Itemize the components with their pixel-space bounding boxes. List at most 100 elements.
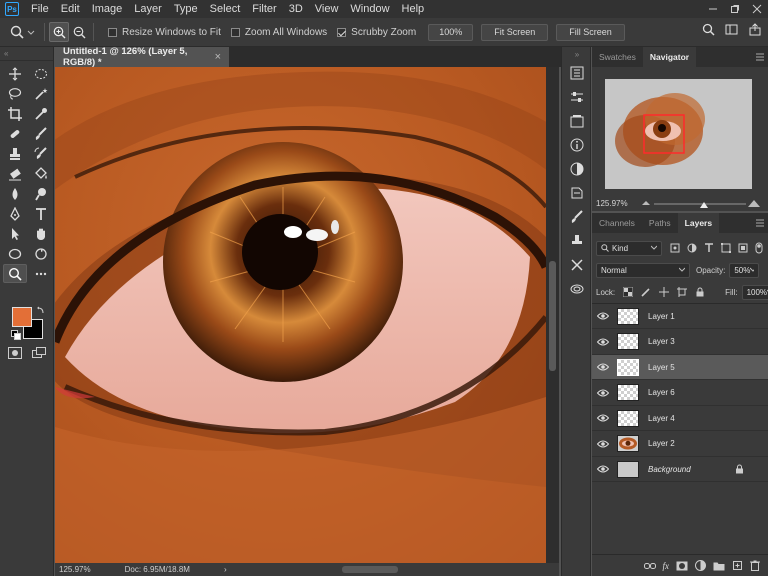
- opacity-field[interactable]: 50%: [729, 262, 760, 278]
- menu-edit[interactable]: Edit: [55, 3, 86, 15]
- lock-transparent-icon[interactable]: [623, 287, 634, 297]
- layer-row[interactable]: Layer 6: [592, 381, 768, 406]
- menu-help[interactable]: Help: [396, 3, 431, 15]
- zoom-all-windows-checkbox[interactable]: Zoom All Windows: [230, 27, 327, 38]
- paths-panel-icon[interactable]: [562, 277, 592, 301]
- rotate-view-icon[interactable]: [29, 244, 53, 263]
- zoom-100-button[interactable]: 100%: [428, 23, 474, 41]
- document-canvas[interactable]: [55, 67, 546, 563]
- hand-tool-icon[interactable]: [29, 224, 53, 243]
- filter-type-icon[interactable]: [704, 243, 714, 253]
- layer-row[interactable]: Layer 1: [592, 304, 768, 329]
- move-tool-icon[interactable]: [3, 64, 27, 83]
- tab-navigator[interactable]: Navigator: [642, 47, 697, 67]
- scrubby-zoom-checkbox[interactable]: Scrubby Zoom: [337, 27, 416, 38]
- layer-row[interactable]: Layer 3: [592, 330, 768, 355]
- share-icon[interactable]: [748, 23, 762, 36]
- layer-row[interactable]: Layer 5: [592, 355, 768, 380]
- crop-tool-icon[interactable]: [3, 104, 27, 123]
- dodge-tool-icon[interactable]: [29, 184, 53, 203]
- close-tab-icon[interactable]: ×: [215, 51, 221, 63]
- layer-row[interactable]: Background: [592, 457, 768, 482]
- swap-colors-icon[interactable]: [36, 305, 46, 318]
- foreground-color-swatch[interactable]: [12, 307, 32, 327]
- panel-menu-icon[interactable]: [756, 53, 764, 61]
- menu-filter[interactable]: Filter: [246, 3, 282, 15]
- new-group-icon[interactable]: [713, 561, 725, 571]
- tab-swatches[interactable]: Swatches: [592, 47, 643, 67]
- visibility-eye-icon[interactable]: [592, 440, 614, 448]
- vertical-scroll-thumb[interactable]: [549, 261, 556, 371]
- lasso-tool-icon[interactable]: [3, 84, 27, 103]
- lock-artboard-icon[interactable]: [677, 287, 688, 297]
- zoom-tool-icon[interactable]: [3, 264, 27, 283]
- document-tab[interactable]: Untitled-1 @ 126% (Layer 5, RGB/8) * ×: [55, 46, 229, 68]
- lock-position-icon[interactable]: [659, 287, 670, 297]
- tool-preset-picker[interactable]: [0, 25, 40, 39]
- close-icon[interactable]: [746, 0, 768, 18]
- link-layers-icon[interactable]: [643, 561, 656, 571]
- brush-tool-icon[interactable]: [29, 124, 53, 143]
- status-zoom[interactable]: 125.97%: [59, 565, 91, 574]
- magic-wand-icon[interactable]: [29, 84, 53, 103]
- minimize-icon[interactable]: [702, 0, 724, 18]
- fill-field[interactable]: 100%: [741, 284, 768, 300]
- visibility-eye-icon[interactable]: [592, 389, 614, 397]
- libraries-panel-icon[interactable]: [562, 109, 592, 133]
- healing-brush-icon[interactable]: [3, 124, 27, 143]
- search-icon[interactable]: [702, 23, 715, 36]
- menu-file[interactable]: File: [25, 3, 55, 15]
- add-mask-icon[interactable]: [676, 561, 688, 571]
- layer-filter-dropdown[interactable]: Kind: [596, 240, 662, 256]
- visibility-eye-icon[interactable]: [592, 312, 614, 320]
- resize-windows-checkbox[interactable]: Resize Windows to Fit: [108, 27, 221, 38]
- restore-icon[interactable]: [724, 0, 746, 18]
- lock-image-icon[interactable]: [641, 287, 651, 297]
- zoom-in-icon[interactable]: [49, 22, 69, 42]
- menu-view[interactable]: View: [309, 3, 345, 15]
- adjustments-panel-icon[interactable]: [562, 85, 592, 109]
- zoom-out-icon[interactable]: [69, 22, 89, 42]
- filter-pixel-icon[interactable]: [670, 243, 680, 253]
- path-selection-icon[interactable]: [3, 224, 27, 243]
- color-panel-icon[interactable]: [562, 157, 592, 181]
- status-more-arrow[interactable]: ›: [224, 565, 227, 574]
- navigator-zoom-slider[interactable]: [640, 197, 760, 209]
- menu-select[interactable]: Select: [204, 3, 247, 15]
- screen-mode-icon[interactable]: [32, 347, 46, 362]
- blur-tool-icon[interactable]: [3, 184, 27, 203]
- clone-stamp-icon[interactable]: [3, 144, 27, 163]
- lock-all-icon[interactable]: [695, 287, 705, 297]
- tab-paths[interactable]: Paths: [642, 213, 678, 233]
- horizontal-scroll-thumb[interactable]: [342, 566, 398, 573]
- visibility-eye-icon[interactable]: [592, 338, 614, 346]
- layer-style-icon[interactable]: fx: [663, 561, 670, 571]
- visibility-eye-icon[interactable]: [592, 414, 614, 422]
- panel-menu-icon[interactable]: [756, 219, 764, 227]
- history-brush-icon[interactable]: [29, 144, 53, 163]
- navigator-preview[interactable]: [605, 79, 752, 189]
- layer-row[interactable]: Layer 4: [592, 406, 768, 431]
- filter-shape-icon[interactable]: [721, 243, 731, 253]
- tab-channels[interactable]: Channels: [592, 213, 642, 233]
- new-layer-icon[interactable]: [732, 560, 743, 571]
- shape-tool-icon[interactable]: [3, 244, 27, 263]
- layer-row[interactable]: Layer 2: [592, 432, 768, 457]
- history-panel-icon[interactable]: [562, 61, 592, 85]
- tools-collapse-grip[interactable]: «: [0, 47, 53, 61]
- pen-tool-icon[interactable]: [3, 204, 27, 223]
- default-colors-icon[interactable]: [11, 330, 21, 343]
- vertical-scrollbar[interactable]: [546, 67, 559, 563]
- menu-window[interactable]: Window: [344, 3, 395, 15]
- tool-presets-icon[interactable]: [562, 253, 592, 277]
- visibility-eye-icon[interactable]: [592, 363, 614, 371]
- clone-source-icon[interactable]: [562, 229, 592, 253]
- visibility-eye-icon[interactable]: [592, 465, 614, 473]
- fill-screen-button[interactable]: Fill Screen: [556, 23, 625, 41]
- type-tool-icon[interactable]: [29, 204, 53, 223]
- navigator-zoom-value[interactable]: 125.97%: [596, 199, 628, 208]
- quick-mask-icon[interactable]: [8, 347, 22, 362]
- menu-image[interactable]: Image: [86, 3, 129, 15]
- marquee-tool-icon[interactable]: [29, 64, 53, 83]
- collapse-icons-icon[interactable]: »: [562, 47, 592, 61]
